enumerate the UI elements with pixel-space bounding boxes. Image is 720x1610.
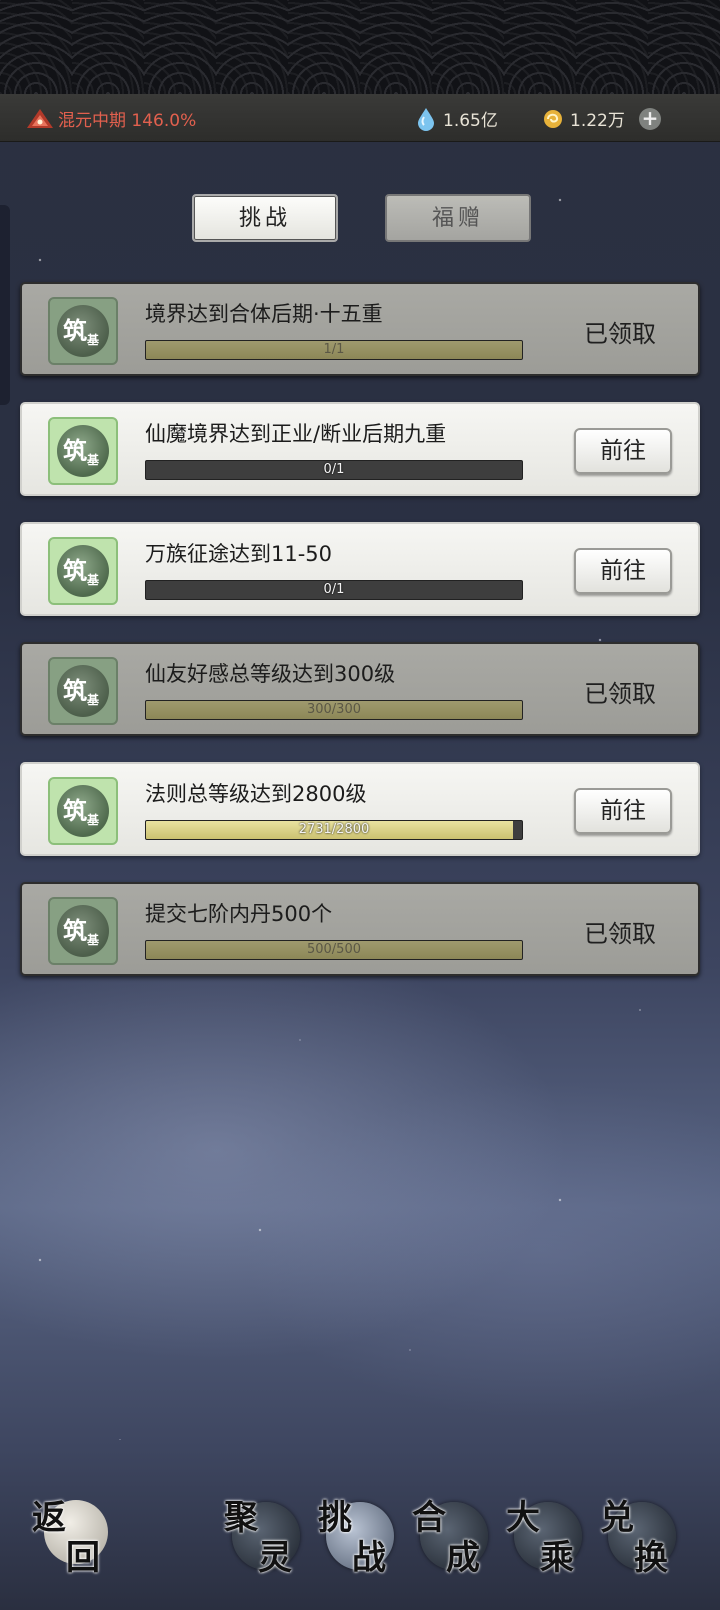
gold-amount: 1.22万 xyxy=(570,111,625,131)
side-drawer-handle[interactable] xyxy=(0,205,10,405)
task-title: 仙友好感总等级达到300级 xyxy=(145,662,396,686)
realm-text: 混元中期 146.0% xyxy=(58,111,197,131)
task-title: 提交七阶内丹500个 xyxy=(145,902,333,926)
task-progress-bar: 500/500 xyxy=(145,940,523,960)
task-progress-bar: 0/1 xyxy=(145,580,523,600)
tab-gift[interactable]: 福赠 xyxy=(385,194,531,242)
task-progress-text: 0/1 xyxy=(323,462,345,477)
task-reward-icon: 筑基 xyxy=(48,417,118,485)
gold-coin-icon xyxy=(544,109,562,128)
task-card: 筑基 仙友好感总等级达到300级 300/300 已领取 xyxy=(20,642,700,736)
status-bar: 混元中期 146.0% 1.65亿 1.22万 + xyxy=(0,94,720,142)
task-progress-bar: 0/1 xyxy=(145,460,523,480)
top-decoration xyxy=(0,0,720,94)
goto-button[interactable]: 前往 xyxy=(574,788,672,834)
task-progress-bar: 1/1 xyxy=(145,340,523,360)
realm-indicator[interactable]: 混元中期 146.0% xyxy=(26,106,196,131)
claimed-label: 已领取 xyxy=(584,680,656,708)
nav-challenge-button[interactable]: 挑 战 xyxy=(318,1490,398,1580)
task-progress-text: 2731/2800 xyxy=(298,822,370,837)
water-drop-icon xyxy=(418,107,434,131)
nav-gather-spirit-button[interactable]: 聚 灵 xyxy=(224,1490,304,1580)
task-card: 筑基 仙魔境界达到正业/断业后期九重 0/1 前往 xyxy=(20,402,700,496)
task-progress-bar: 300/300 xyxy=(145,700,523,720)
task-progress-text: 0/1 xyxy=(323,582,345,597)
spirit-stone-resource[interactable]: 1.65亿 xyxy=(415,106,498,131)
claimed-label: 已领取 xyxy=(584,320,656,348)
task-card: 筑基 法则总等级达到2800级 2731/2800 前往 xyxy=(20,762,700,856)
goto-button[interactable]: 前往 xyxy=(574,428,672,474)
task-reward-icon: 筑基 xyxy=(48,537,118,605)
task-title: 万族征途达到11-50 xyxy=(145,542,333,566)
task-title: 仙魔境界达到正业/断业后期九重 xyxy=(145,422,447,446)
task-card: 筑基 万族征途达到11-50 0/1 前往 xyxy=(20,522,700,616)
add-resource-button[interactable]: + xyxy=(639,108,661,130)
task-reward-icon: 筑基 xyxy=(48,777,118,845)
realm-emblem-icon xyxy=(27,108,53,128)
task-progress-text: 500/500 xyxy=(306,942,361,957)
tab-challenge[interactable]: 挑战 xyxy=(192,194,338,242)
claimed-label: 已领取 xyxy=(584,920,656,948)
nav-mahayana-button[interactable]: 大 乘 xyxy=(506,1490,586,1580)
task-card: 筑基 境界达到合体后期·十五重 1/1 已领取 xyxy=(20,282,700,376)
task-progress-text: 300/300 xyxy=(306,702,361,717)
task-title: 境界达到合体后期·十五重 xyxy=(145,302,383,326)
task-reward-icon: 筑基 xyxy=(48,297,118,365)
spirit-stone-amount: 1.65亿 xyxy=(443,111,498,131)
back-button[interactable]: 返 回 xyxy=(32,1490,112,1580)
task-reward-icon: 筑基 xyxy=(48,657,118,725)
task-reward-icon: 筑基 xyxy=(48,897,118,965)
goto-button[interactable]: 前往 xyxy=(574,548,672,594)
task-card: 筑基 提交七阶内丹500个 500/500 已领取 xyxy=(20,882,700,976)
task-progress-text: 1/1 xyxy=(323,342,345,357)
bottom-navigation: 返 回 聚 灵 挑 战 合 成 大 乘 兑 换 xyxy=(0,1490,720,1610)
task-progress-bar: 2731/2800 xyxy=(145,820,523,840)
task-title: 法则总等级达到2800级 xyxy=(145,782,367,806)
nav-exchange-button[interactable]: 兑 换 xyxy=(600,1490,680,1580)
task-list: 筑基 境界达到合体后期·十五重 1/1 已领取 筑基 仙魔境界达到正业/断业后期… xyxy=(20,282,700,1002)
gold-resource[interactable]: 1.22万 xyxy=(542,106,625,131)
nav-synthesize-button[interactable]: 合 成 xyxy=(412,1490,492,1580)
